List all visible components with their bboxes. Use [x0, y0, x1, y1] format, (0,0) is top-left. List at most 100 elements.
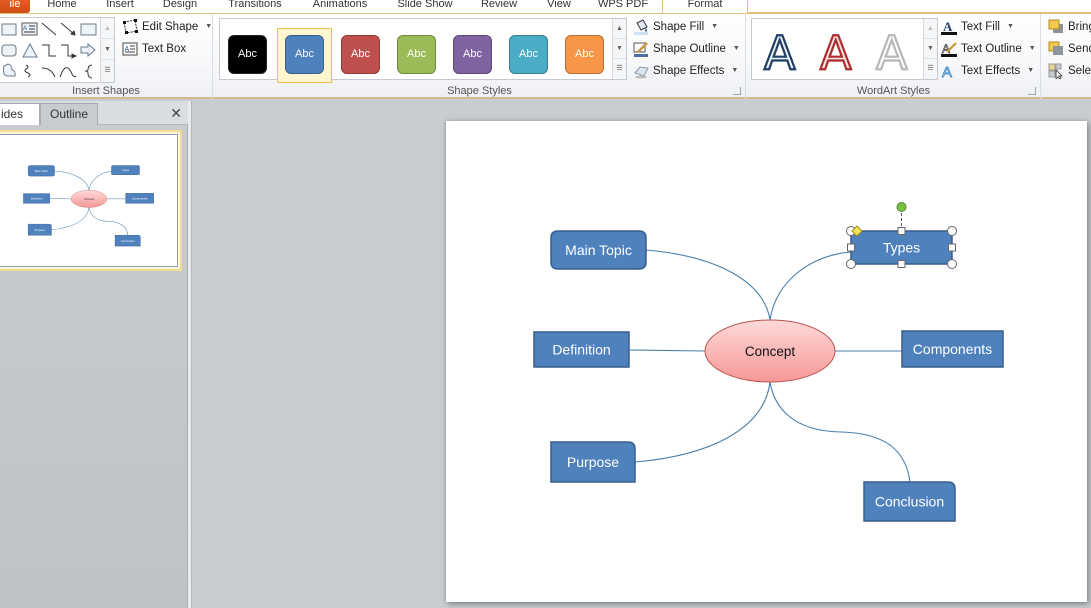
resize-handle-corner[interactable]	[846, 259, 856, 269]
bring-forward-button[interactable]: Bring	[1048, 17, 1091, 37]
shape-style-swatch[interactable]: Abc	[509, 35, 548, 74]
resize-handle-side[interactable]	[847, 243, 855, 252]
node-label-types: Types	[883, 240, 920, 256]
connector-types[interactable]	[88, 171, 112, 191]
shape-style-swatch[interactable]: Abc	[285, 35, 324, 74]
tab-view[interactable]: View	[540, 0, 578, 13]
slides-panel: ides Outline ✕ Main Topic Types Definition…	[0, 101, 188, 608]
send-backward-button[interactable]: Send	[1048, 39, 1091, 59]
slides-panel-tabs: ides Outline ✕	[0, 101, 188, 125]
selection-pane-icon	[1048, 63, 1064, 80]
wordart-style-option[interactable]: A	[819, 25, 853, 79]
arrow-line-icon[interactable]	[60, 22, 76, 36]
shape-style-swatch[interactable]: Abc	[453, 35, 492, 74]
gallery-more-button[interactable]: ☰	[924, 59, 937, 79]
connector-purpose[interactable]	[51, 207, 90, 230]
connector-purpose[interactable]	[634, 381, 771, 463]
wordart-style-option[interactable]: A	[763, 25, 797, 79]
text-fill-button[interactable]: A Text Fill ▼	[941, 17, 1014, 37]
elbow-arrow-connector-icon[interactable]	[61, 44, 78, 59]
resize-handle-corner[interactable]	[947, 226, 957, 236]
wordart-style-option[interactable]: A	[875, 25, 909, 79]
resize-handle-side[interactable]	[948, 243, 956, 252]
scribble-icon[interactable]	[24, 64, 31, 78]
connector-conclusion[interactable]	[88, 207, 129, 236]
slide-thumbnail-selected[interactable]: Main Topic Types Definition Components Purpo…	[0, 130, 182, 271]
elbow-connector-icon[interactable]	[42, 44, 56, 57]
selection-pane-button[interactable]: Sele	[1048, 61, 1091, 81]
shape-style-swatch[interactable]: Abc	[565, 35, 604, 74]
resize-handle-corner[interactable]	[947, 259, 957, 269]
rotation-handle[interactable]	[896, 202, 907, 212]
shape-outline-button[interactable]: Shape Outline ▼	[633, 39, 740, 59]
wordart-dialog-launcher[interactable]	[1028, 87, 1036, 95]
text-box-button[interactable]: A Text Box	[122, 39, 186, 59]
send-backward-label: Send	[1068, 43, 1091, 55]
gallery-down-button[interactable]: ▼	[924, 39, 937, 59]
chevron-down-icon: ▼	[731, 67, 739, 74]
connector-main-topic[interactable]	[645, 249, 771, 321]
connector-types[interactable]	[769, 251, 852, 321]
tab-review[interactable]: Review	[476, 0, 522, 13]
close-icon[interactable]: ✕	[170, 105, 182, 122]
gallery-more-button[interactable]: ☰	[613, 59, 626, 79]
gallery-more-button[interactable]: ☰	[101, 60, 114, 81]
gallery-up-button[interactable]: ▲	[613, 19, 626, 39]
tab-slides[interactable]: ides	[0, 103, 40, 125]
edit-shape-label: Edit Shape	[142, 21, 199, 33]
group-label-insert-shapes: Insert Shapes	[72, 85, 140, 97]
shape-style-swatch[interactable]: Abc	[341, 35, 380, 74]
tab-insert[interactable]: Insert	[100, 0, 140, 13]
curve-icon[interactable]	[59, 67, 77, 78]
panel-splitter[interactable]	[188, 101, 192, 608]
rectangle-icon-2[interactable]	[80, 23, 97, 36]
arc-icon[interactable]	[41, 67, 56, 78]
slide[interactable]: Concept Main Topic Types Definition Componen…	[446, 121, 1087, 602]
freeform-icon[interactable]	[2, 63, 16, 77]
shape-styles-dialog-launcher[interactable]	[733, 87, 741, 95]
connector-definition[interactable]	[628, 349, 706, 352]
shape-effects-icon	[633, 63, 649, 79]
shape-effects-button[interactable]: Shape Effects ▼	[633, 61, 738, 81]
shape-style-swatch[interactable]: Abc	[228, 35, 267, 74]
shapes-gallery-icons: A	[1, 22, 97, 79]
tab-transitions[interactable]: Transitions	[222, 0, 288, 13]
resize-handle-side[interactable]	[897, 227, 906, 235]
connector-main-topic[interactable]	[54, 170, 90, 191]
shape-fill-label: Shape Fill	[653, 21, 705, 33]
group-shape-styles: Abc Abc Abc Abc Abc Abc Abc ▲ ▼ ☰ Shape Fill ▼ …	[214, 14, 746, 99]
gallery-down-button[interactable]: ▼	[101, 39, 114, 60]
rectangle-icon[interactable]	[1, 23, 17, 36]
right-arrow-icon[interactable]	[80, 42, 96, 58]
tab-format[interactable]: Format	[662, 0, 748, 13]
tab-file[interactable]: ile	[0, 0, 30, 13]
tab-home[interactable]: Home	[42, 0, 82, 13]
shape-style-swatch[interactable]: Abc	[397, 35, 436, 74]
tab-animations[interactable]: Animations	[306, 0, 374, 13]
text-effects-button[interactable]: A Text Effects ▼	[941, 61, 1035, 82]
triangle-icon[interactable]	[22, 42, 38, 58]
gallery-up-button[interactable]: ▲	[101, 18, 114, 39]
gallery-up-button[interactable]: ▲	[924, 19, 937, 39]
pencil-outline-icon	[633, 41, 649, 57]
tab-wps-pdf[interactable]: WPS PDF	[594, 0, 652, 13]
tab-outline[interactable]: Outline	[40, 103, 98, 125]
gallery-down-button[interactable]: ▼	[613, 39, 626, 59]
nodes-group: Main Topic Types Definition Components Purpo…	[23, 165, 154, 247]
svg-text:A: A	[23, 26, 27, 32]
text-outline-button[interactable]: A Text Outline ▼	[941, 39, 1036, 59]
slide-thumbnail[interactable]: Main Topic Types Definition Components Purpo…	[0, 134, 178, 267]
tab-design[interactable]: Design	[158, 0, 202, 13]
shape-fill-button[interactable]: Shape Fill ▼	[633, 17, 718, 37]
brace-icon[interactable]	[84, 64, 93, 79]
rounded-rectangle-icon[interactable]	[1, 44, 17, 57]
connector-conclusion[interactable]	[769, 381, 911, 483]
edit-shape-button[interactable]: Edit Shape ▼	[122, 17, 212, 37]
chevron-down-icon: ▼	[1027, 67, 1035, 74]
line-icon[interactable]	[41, 22, 57, 36]
shape-styles-gallery: Abc Abc Abc Abc Abc Abc Abc ▲ ▼ ☰	[219, 18, 627, 83]
text-box-icon[interactable]: A	[21, 22, 38, 36]
tab-slide-show[interactable]: Slide Show	[392, 0, 458, 13]
resize-handle-side[interactable]	[897, 260, 906, 268]
svg-text:A: A	[942, 64, 952, 79]
